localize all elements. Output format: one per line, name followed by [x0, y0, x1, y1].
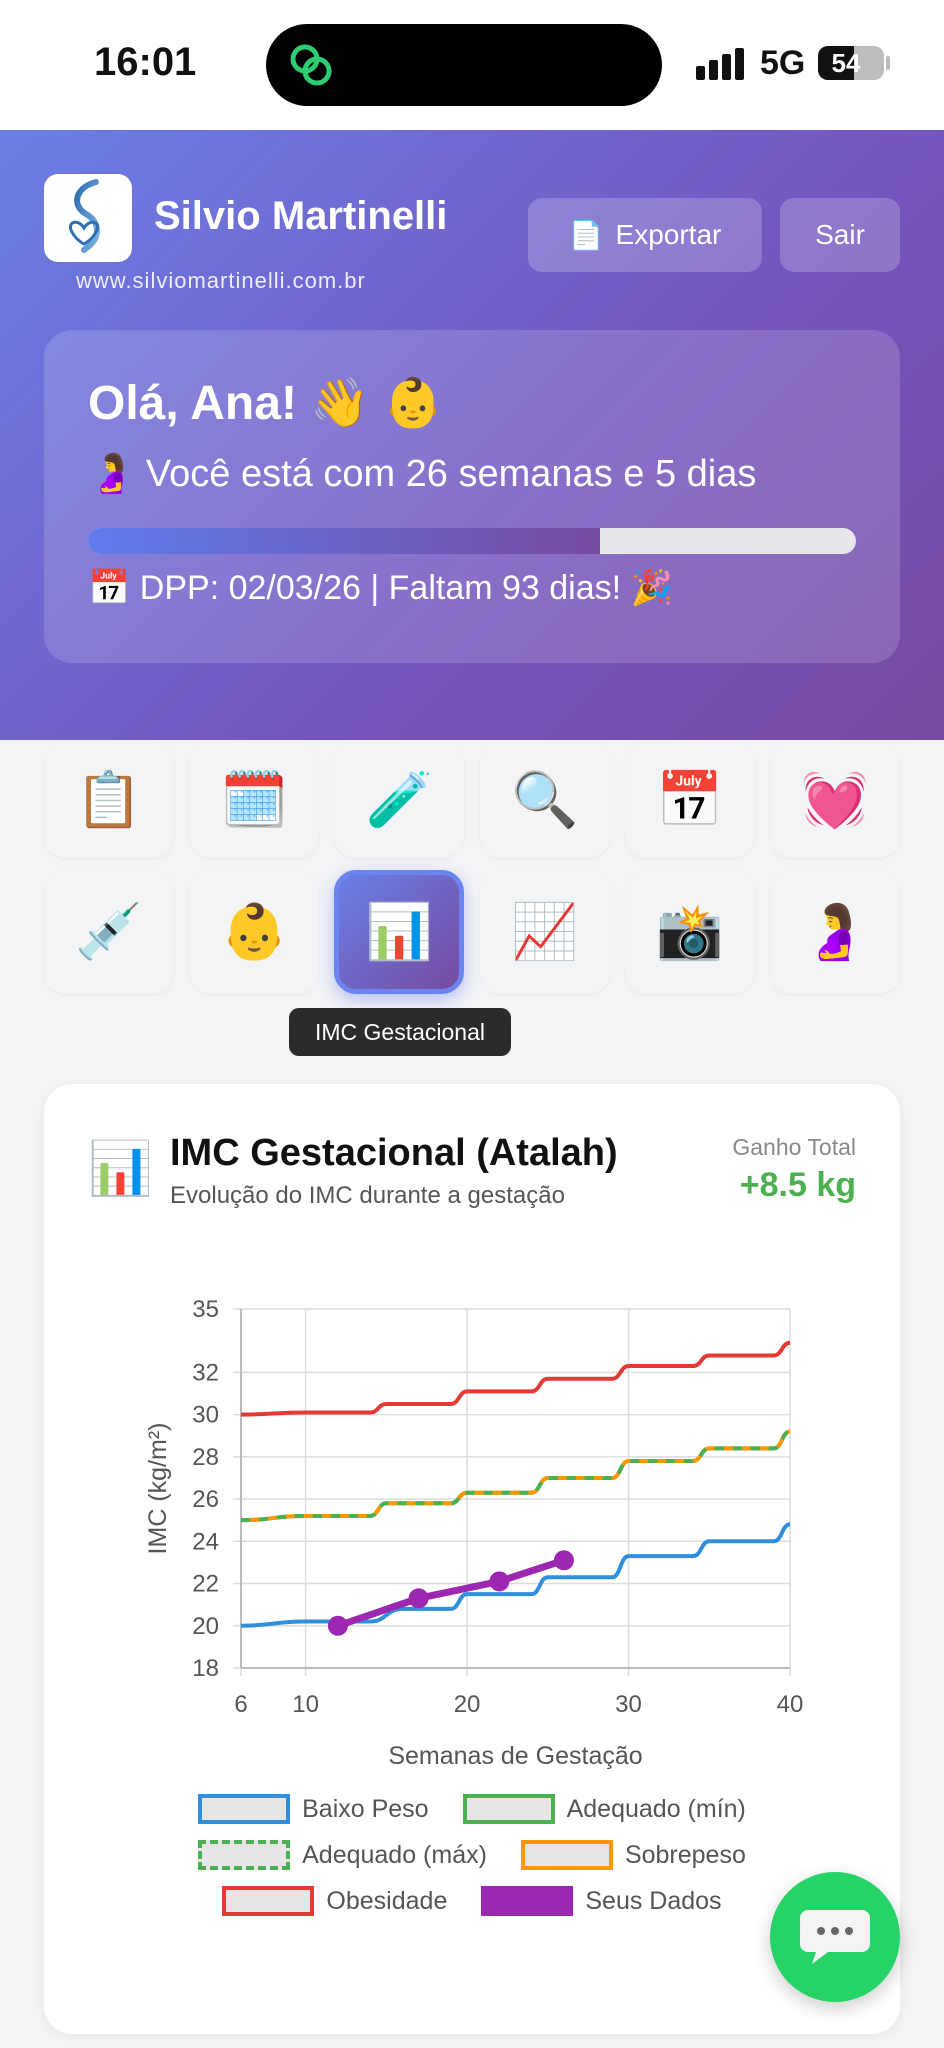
legend-label: Obesidade [326, 1886, 448, 1915]
legend-label: Adequado (mín) [566, 1794, 746, 1823]
export-label: Exportar [615, 219, 722, 250]
legend-label: Sobrepeso [624, 1840, 746, 1869]
battery-icon: 54 [818, 46, 884, 80]
y-tick-label: 24 [192, 1528, 219, 1555]
brand-name: Silvio Martinelli [154, 194, 448, 238]
clipboard-icon: 📋 [75, 769, 143, 830]
heart-icon: 💓 [801, 769, 869, 830]
x-axis-label: Semanas de Gestação [388, 1742, 642, 1770]
greeting-card: Olá, Ana! 👋 👶 🤰 Você está com 26 semanas… [44, 330, 900, 663]
header: Silvio Martinelli www.silviomartinelli.c… [0, 130, 944, 740]
status-time: 16:01 [94, 40, 197, 84]
test-tube-icon: 🧪 [365, 769, 434, 830]
pregnancy-weeks: 🤰 Você está com 26 semanas e 5 dias [88, 453, 757, 495]
chat-bubble-icon [800, 1910, 870, 1964]
status-bar: 16:01 5G 54 [0, 0, 944, 130]
tooltip: IMC Gestacional [289, 1008, 511, 1056]
y-axis-label: IMC (kg/m²) [144, 1423, 172, 1555]
data-point [408, 1588, 429, 1609]
y-tick-label: 20 [192, 1613, 219, 1640]
legend-item[interactable]: Seus Dados [481, 1886, 722, 1916]
logo [44, 174, 132, 262]
syringe-icon: 💉 [75, 901, 143, 962]
y-tick-label: 28 [192, 1444, 219, 1471]
data-point [489, 1571, 510, 1592]
legend-swatch [198, 1840, 291, 1870]
legend-swatch [481, 1886, 574, 1916]
due-date: 📅 DPP: 02/03/26 | Faltam 93 dias! 🎉 [88, 569, 673, 607]
tile-spiral-calendar[interactable]: 🗓️ [189, 742, 320, 858]
tile-magnifier[interactable]: 🔍 [479, 742, 610, 858]
tile-calendar[interactable]: 📅 [624, 742, 755, 858]
legend-row: Adequado (máx) Sobrepeso [44, 1840, 900, 1870]
y-tick-label: 30 [192, 1402, 219, 1429]
camera-icon: 📸 [656, 901, 724, 962]
legend-swatch [198, 1794, 291, 1824]
tile-camera[interactable]: 📸 [624, 870, 755, 994]
legend-row: Baixo Peso Adequado (mín) [44, 1794, 900, 1824]
legend-item[interactable]: Adequado (máx) [198, 1840, 487, 1870]
x-tick-label: 20 [454, 1691, 481, 1718]
legend-label: Adequado (máx) [302, 1840, 487, 1869]
tile-pregnant[interactable]: 🤰 [770, 870, 900, 994]
tile-test-tube[interactable]: 🧪 [334, 742, 465, 858]
spiral-calendar-icon: 🗓️ [220, 769, 288, 830]
logout-button[interactable]: Sair [780, 198, 900, 272]
legend-label: Baixo Peso [302, 1794, 429, 1823]
legend-swatch [520, 1840, 613, 1870]
series-adequado-m-n-line [240, 1429, 791, 1523]
x-tick-label: 30 [615, 1691, 642, 1718]
y-tick-label: 32 [192, 1359, 219, 1386]
dynamic-island [266, 24, 662, 106]
battery-label: 54 [831, 48, 861, 78]
data-point [327, 1615, 348, 1636]
tile-heart[interactable]: 💓 [770, 742, 900, 858]
tile-clipboard[interactable]: 📋 [44, 742, 174, 858]
legend-item[interactable]: Baixo Peso [198, 1794, 429, 1824]
magnifier-icon: 🔍 [510, 769, 579, 830]
greeting-title: Olá, Ana! 👋 👶 [88, 377, 444, 430]
legend-row: Obesidade Seus Dados [44, 1886, 900, 1916]
pregnancy-progress-bar [88, 528, 856, 554]
tile-syringe[interactable]: 💉 [44, 870, 174, 994]
legend-label: Seus Dados [585, 1886, 722, 1915]
calendar-icon: 📅 [656, 769, 724, 830]
legend-swatch [462, 1794, 555, 1824]
signal-icon [696, 48, 744, 80]
bmi-card: 📊 IMC Gestacional (Atalah) Evolução do I… [44, 1084, 900, 2034]
x-tick-label: 6 [234, 1691, 247, 1718]
logo-icon [69, 179, 100, 253]
network-label: 5G [760, 44, 806, 82]
y-tick-label: 18 [192, 1655, 219, 1682]
x-tick-label: 40 [777, 1691, 804, 1718]
legend-item[interactable]: Adequado (mín) [462, 1794, 746, 1824]
chat-button[interactable] [770, 1872, 900, 2002]
data-point [553, 1550, 574, 1571]
trend-chart-icon: 📈 [510, 901, 579, 962]
chart-legend: Baixo Peso Adequado (mín) Adequado (máx) So… [44, 1794, 900, 1932]
bar-chart-icon: 📊 [365, 901, 434, 962]
export-button[interactable]: 📄 Exportar [528, 198, 762, 272]
series-adequado-m-x-line [240, 1429, 791, 1523]
legend-item[interactable]: Obesidade [222, 1886, 447, 1916]
legend-item[interactable]: Sobrepeso [520, 1840, 746, 1870]
progress-fill [88, 528, 601, 554]
document-icon: 📄 [568, 219, 604, 251]
baby-icon: 👶 [220, 901, 288, 962]
y-tick-label: 26 [192, 1486, 219, 1513]
pregnant-icon: 🤰 [801, 901, 869, 962]
bmi-chart: 6 10 20 30 40 18 20 22 24 26 28 30 32 35 Semanas de Ge… [144, 1296, 804, 1770]
y-tick-label: 35 [192, 1296, 219, 1323]
tile-trend-chart[interactable]: 📈 [479, 870, 610, 994]
brand-url[interactable]: www.silviomartinelli.com.br [76, 268, 366, 294]
y-tick-label: 22 [192, 1571, 219, 1598]
tile-bar-chart[interactable]: 📊 [334, 870, 465, 994]
legend-swatch [222, 1886, 315, 1916]
series-obesidade-line [240, 1340, 791, 1417]
x-tick-label: 10 [292, 1691, 319, 1718]
series-sobrepeso-line [240, 1429, 791, 1523]
link-icon [290, 44, 332, 86]
tile-baby[interactable]: 👶 [189, 870, 320, 994]
